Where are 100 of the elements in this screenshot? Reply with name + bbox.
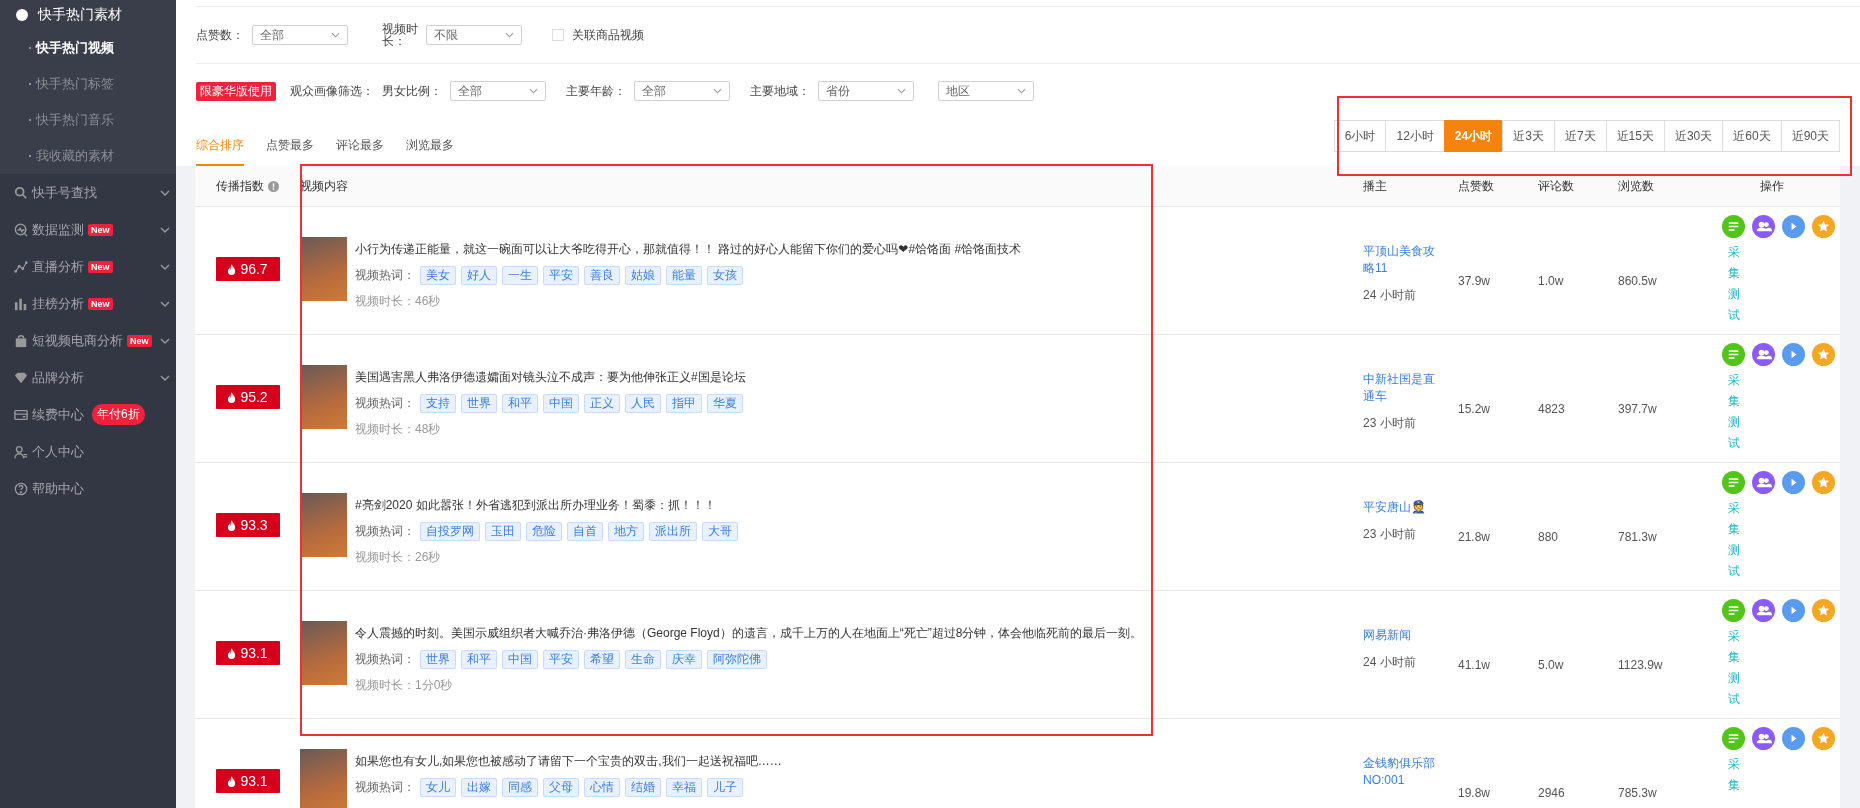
video-thumbnail[interactable] — [300, 365, 347, 429]
video-title[interactable]: 小行为传递正能量，就这一碗面可以让大爷吃得开心，那就值得！！ 路过的好心人能留下你们的爱心吗❤#饸饹面 #饸饹面技术 — [355, 241, 1022, 258]
time-range-button[interactable]: 24小时 — [1443, 120, 1504, 152]
keyword-tag[interactable]: 和平 — [461, 650, 497, 669]
collect-test-link[interactable]: 采集测试 — [1728, 242, 1740, 326]
collect-test-link[interactable]: 采集测试 — [1728, 498, 1740, 582]
keyword-tag[interactable]: 希望 — [584, 650, 620, 669]
keyword-tag[interactable]: 好人 — [461, 266, 497, 285]
keyword-tag[interactable]: 结婚 — [625, 778, 661, 797]
list-icon[interactable] — [1722, 215, 1745, 238]
keyword-tag[interactable]: 幸福 — [666, 778, 702, 797]
sidebar-item[interactable]: 数据监测 New — [0, 211, 176, 248]
keyword-tag[interactable]: 善良 — [584, 266, 620, 285]
users-icon[interactable] — [1752, 599, 1775, 622]
audience-select[interactable]: 省份 — [818, 81, 914, 101]
keyword-tag[interactable]: 出嫁 — [461, 778, 497, 797]
audience-select[interactable]: 全部 — [450, 81, 546, 101]
keyword-tag[interactable]: 世界 — [461, 394, 497, 413]
keyword-tag[interactable]: 父母 — [543, 778, 579, 797]
keyword-tag[interactable]: 危险 — [526, 522, 562, 541]
keyword-tag[interactable]: 自首 — [567, 522, 603, 541]
video-thumbnail[interactable] — [300, 493, 347, 557]
users-icon[interactable] — [1752, 727, 1775, 750]
sidebar-item[interactable]: 个人中心 — [0, 433, 176, 470]
keyword-tag[interactable]: 中国 — [502, 650, 538, 669]
sidebar-group[interactable]: 快手热门素材 — [0, 0, 176, 30]
sidebar-subitem[interactable]: 快手热门音乐 — [36, 111, 114, 129]
keyword-tag[interactable]: 世界 — [420, 650, 456, 669]
anchor-name-link[interactable]: 金钱豹俱乐部NO:001 — [1363, 755, 1443, 789]
play-icon[interactable] — [1782, 471, 1805, 494]
sidebar-item[interactable]: 挂榜分析 New — [0, 285, 176, 322]
sidebar-item[interactable]: 帮助中心 — [0, 470, 176, 507]
video-thumbnail[interactable] — [300, 237, 347, 301]
keyword-tag[interactable]: 正义 — [584, 394, 620, 413]
keyword-tag[interactable]: 姑娘 — [625, 266, 661, 285]
keyword-tag[interactable]: 平安 — [543, 650, 579, 669]
keyword-tag[interactable]: 女儿 — [420, 778, 456, 797]
keyword-tag[interactable]: 人民 — [625, 394, 661, 413]
keyword-tag[interactable]: 华夏 — [707, 394, 743, 413]
keyword-tag[interactable]: 和平 — [502, 394, 538, 413]
video-title[interactable]: 令人震撼的时刻。美国示威组织者大喊乔治·弗洛伊德（George Floyd）的遗言，成千上万的人在地面上“死亡”超过8分钟，体会他临死前的最后一刻。 — [355, 625, 1143, 642]
keyword-tag[interactable]: 玉田 — [485, 522, 521, 541]
time-range-button[interactable]: 近30天 — [1663, 120, 1724, 152]
keyword-tag[interactable]: 阿弥陀佛 — [707, 650, 767, 669]
collect-test-link[interactable]: 采集测试 — [1728, 370, 1740, 454]
anchor-name-link[interactable]: 网易新闻 — [1363, 627, 1443, 644]
play-icon[interactable] — [1782, 215, 1805, 238]
collect-test-link[interactable]: 采集 — [1728, 754, 1740, 796]
keyword-tag[interactable]: 能量 — [666, 266, 702, 285]
list-icon[interactable] — [1722, 599, 1745, 622]
anchor-name-link[interactable]: 平顶山美食攻略11 — [1363, 243, 1443, 277]
users-icon[interactable] — [1752, 215, 1775, 238]
list-icon[interactable] — [1722, 727, 1745, 750]
sort-tab[interactable]: 点赞最多 — [266, 137, 314, 166]
time-range-button[interactable]: 近3天 — [1502, 120, 1555, 152]
duration-select[interactable]: 不限 — [426, 25, 522, 45]
collect-test-link[interactable]: 采集测试 — [1728, 626, 1740, 710]
sidebar-item[interactable]: 续费中心 年付6折 — [0, 396, 176, 433]
keyword-tag[interactable]: 支持 — [420, 394, 456, 413]
time-range-button[interactable]: 近60天 — [1722, 120, 1782, 152]
video-title[interactable]: 美国遇害黑人弗洛伊德遗孀面对镜头泣不成声：要为他伸张正义#国是论坛 — [355, 369, 746, 386]
audience-select[interactable]: 地区 — [938, 81, 1034, 101]
sidebar-item[interactable]: 快手号查找 — [0, 174, 176, 211]
time-range-button[interactable]: 近90天 — [1780, 120, 1840, 152]
anchor-name-link[interactable]: 平安唐山👮 — [1363, 499, 1443, 516]
video-title[interactable]: #亮剑2020 如此嚣张！外省逃犯到派出所办理业务！蜀黍：抓！！！ — [355, 497, 716, 514]
likes-select[interactable]: 全部 — [252, 25, 348, 45]
sidebar-subitem[interactable]: 快手热门视频 — [36, 39, 114, 57]
time-range-button[interactable]: 近15天 — [1605, 120, 1665, 152]
sidebar-item[interactable]: 直播分析 New — [0, 248, 176, 285]
time-range-button[interactable]: 近7天 — [1553, 120, 1607, 152]
keyword-tag[interactable]: 大哥 — [702, 522, 738, 541]
sidebar-item[interactable]: 品牌分析 — [0, 359, 176, 396]
play-icon[interactable] — [1782, 343, 1805, 366]
keyword-tag[interactable]: 一生 — [502, 266, 538, 285]
keyword-tag[interactable]: 女孩 — [707, 266, 743, 285]
audience-select[interactable]: 全部 — [634, 81, 730, 101]
keyword-tag[interactable]: 心情 — [584, 778, 620, 797]
checkbox[interactable] — [552, 29, 564, 41]
sidebar-subitem[interactable]: 我收藏的素材 — [36, 147, 114, 165]
video-title[interactable]: 如果您也有女儿,如果您也被感动了请留下一个宝贵的双击,我们一起送祝福吧…… — [355, 753, 782, 770]
users-icon[interactable] — [1752, 471, 1775, 494]
sidebar-item[interactable]: 短视频电商分析 New — [0, 322, 176, 359]
sidebar-subitem[interactable]: 快手热门标签 — [36, 75, 114, 93]
play-icon[interactable] — [1782, 599, 1805, 622]
keyword-tag[interactable]: 中国 — [543, 394, 579, 413]
time-range-button[interactable]: 6小时 — [1333, 120, 1387, 152]
sort-tab[interactable]: 浏览最多 — [406, 137, 454, 166]
keyword-tag[interactable]: 平安 — [543, 266, 579, 285]
keyword-tag[interactable]: 生命 — [625, 650, 661, 669]
video-thumbnail[interactable] — [300, 621, 347, 685]
keyword-tag[interactable]: 指甲 — [666, 394, 702, 413]
users-icon[interactable] — [1752, 343, 1775, 366]
list-icon[interactable] — [1722, 343, 1745, 366]
keyword-tag[interactable]: 美女 — [420, 266, 456, 285]
keyword-tag[interactable]: 同感 — [502, 778, 538, 797]
keyword-tag[interactable]: 自投罗网 — [420, 522, 480, 541]
play-icon[interactable] — [1782, 727, 1805, 750]
sort-tab[interactable]: 评论最多 — [336, 137, 384, 166]
anchor-name-link[interactable]: 中新社国是直通车 — [1363, 371, 1443, 405]
